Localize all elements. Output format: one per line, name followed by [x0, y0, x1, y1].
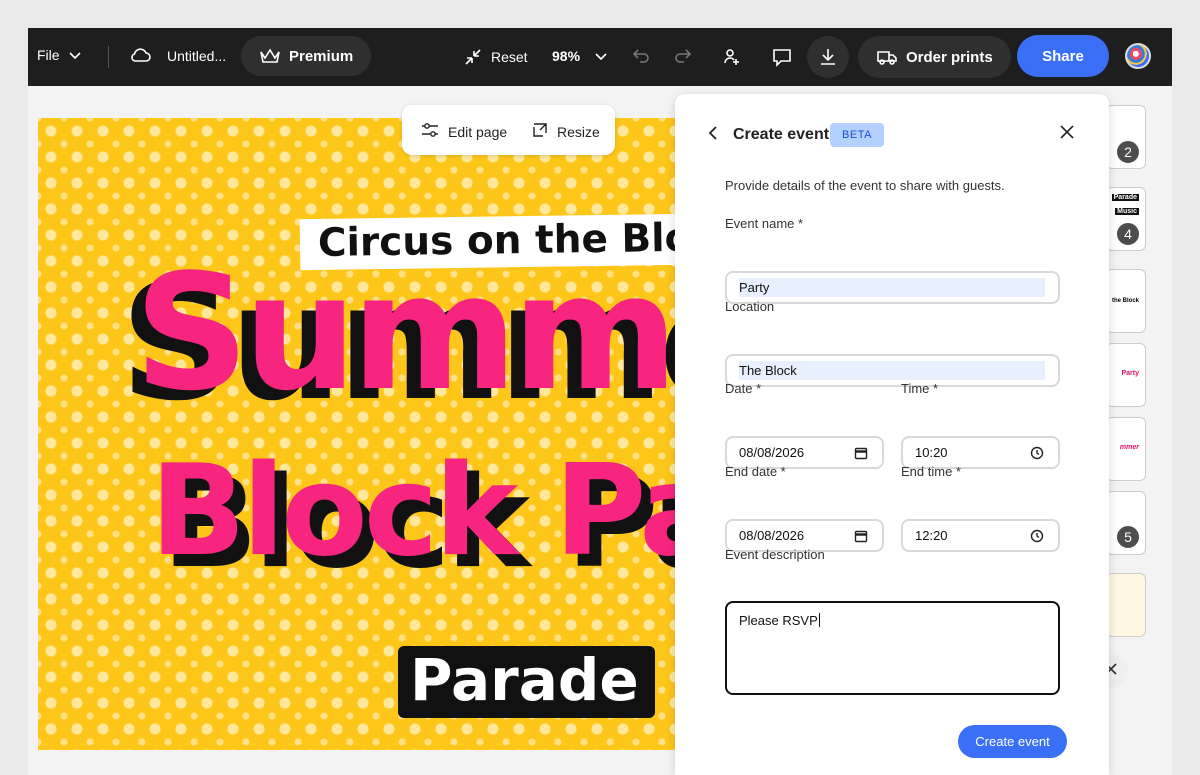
thumbnail-text: Music — [1115, 208, 1139, 215]
divider — [108, 46, 109, 68]
premium-button[interactable]: Premium — [241, 36, 372, 76]
end-time-label: End time * — [901, 464, 961, 479]
crown-icon — [259, 47, 281, 65]
resize-icon — [531, 121, 549, 142]
share-button[interactable]: Share — [1017, 35, 1109, 77]
end-date-value: 08/08/2026 — [739, 528, 805, 543]
truck-icon — [876, 48, 898, 66]
resize-button[interactable]: Resize — [531, 121, 600, 142]
panel-description: Provide details of the event to share wi… — [725, 178, 1005, 193]
resize-label: Resize — [557, 123, 600, 140]
calendar-icon[interactable] — [854, 446, 868, 460]
edit-page-button[interactable]: Edit page — [420, 121, 507, 142]
page-count-badge: 4 — [1115, 221, 1141, 247]
page-thumbnail[interactable]: the Block — [1106, 269, 1146, 333]
comment-button[interactable] — [771, 47, 793, 67]
edit-page-label: Edit page — [448, 123, 508, 140]
event-name-label: Event name * — [725, 216, 804, 231]
close-icon — [1059, 124, 1075, 145]
canvas-headline-block-party[interactable]: Block Party — [150, 448, 678, 574]
redo-button[interactable] — [673, 47, 693, 65]
page-thumbnail[interactable]: Party — [1106, 343, 1146, 407]
end-date-label: End date * — [725, 464, 786, 479]
add-person-icon — [722, 47, 742, 67]
premium-label: Premium — [289, 47, 354, 65]
beta-badge: BETA — [830, 123, 884, 147]
edit-toolbar: Edit page Resize — [402, 105, 615, 155]
back-button[interactable] — [707, 124, 725, 146]
time-label: Time * — [901, 381, 939, 396]
reset-button[interactable]: Reset — [463, 47, 528, 67]
undo-button[interactable] — [631, 47, 651, 65]
create-event-button[interactable]: Create event — [958, 725, 1067, 758]
comment-icon — [771, 47, 793, 67]
location-field[interactable]: The Block — [725, 354, 1060, 387]
end-time-value: 12:20 — [915, 528, 948, 543]
thumbnail-text: mmer — [1119, 444, 1139, 451]
event-name-field[interactable]: Party — [725, 271, 1060, 304]
page-count-badge: 5 — [1115, 524, 1141, 550]
order-prints-button[interactable]: Order prints — [858, 36, 1011, 78]
app-window: File Untitled... Premium Reset 98% Order… — [28, 28, 1172, 775]
time-value: 10:20 — [915, 445, 948, 460]
invite-button[interactable] — [722, 47, 742, 67]
canvas-tag-parade[interactable]: Parade — [398, 646, 655, 718]
chevron-down-icon — [594, 49, 608, 63]
chevron-down-icon — [68, 48, 82, 62]
thumbnail-text: Parade — [1111, 194, 1139, 201]
sliders-icon — [420, 121, 440, 142]
canvas-headline-summer[interactable]: Summer — [134, 253, 678, 413]
location-label: Location — [725, 299, 775, 314]
close-panel-button[interactable] — [1057, 124, 1077, 144]
page-thumbnail[interactable]: mmer — [1106, 417, 1146, 481]
panel-title: Create event — [733, 126, 830, 143]
calendar-icon[interactable] — [854, 529, 868, 543]
event-name-value: Party — [739, 278, 1045, 297]
date-label: Date * — [725, 381, 762, 396]
zoom-value: 98% — [552, 48, 581, 64]
thumbnail-text: Party — [1121, 370, 1139, 377]
zoom-dropdown[interactable]: 98% — [552, 48, 608, 64]
thumbnail-text: the Block — [1111, 298, 1139, 304]
reset-label: Reset — [491, 49, 528, 65]
file-menu-label: File — [37, 47, 60, 63]
file-menu[interactable]: File — [37, 47, 82, 63]
redo-icon — [673, 47, 693, 65]
event-description-label: Event description — [725, 547, 825, 562]
end-time-field[interactable]: 12:20 — [901, 519, 1060, 552]
share-label: Share — [1042, 47, 1084, 65]
page-count-badge: 2 — [1115, 139, 1141, 165]
cloud-icon[interactable] — [129, 46, 151, 64]
date-value: 08/08/2026 — [739, 445, 805, 460]
document-title[interactable]: Untitled... — [167, 48, 226, 64]
undo-icon — [631, 47, 651, 65]
page-thumbnail[interactable] — [1106, 573, 1146, 637]
clock-icon[interactable] — [1030, 529, 1044, 543]
text-caret — [818, 613, 820, 627]
chevron-left-icon — [707, 125, 719, 146]
event-description-textarea[interactable]: Please RSVP — [725, 601, 1060, 695]
avatar — [1125, 43, 1151, 69]
document-title-text: Untitled... — [167, 48, 227, 64]
location-value: The Block — [739, 361, 1045, 380]
design-canvas[interactable]: Circus on the Block Summer Block Party P… — [38, 118, 678, 750]
download-icon — [818, 47, 838, 67]
user-avatar[interactable] — [1125, 43, 1151, 69]
top-bar: File Untitled... Premium Reset 98% Order… — [28, 28, 1172, 86]
event-description-value: Please RSVP — [739, 613, 818, 628]
download-button[interactable] — [807, 36, 849, 78]
clock-icon[interactable] — [1030, 446, 1044, 460]
create-event-panel: Create event BETA Provide details of the… — [675, 94, 1109, 775]
collapse-icon — [463, 47, 483, 67]
order-prints-label: Order prints — [906, 48, 993, 66]
